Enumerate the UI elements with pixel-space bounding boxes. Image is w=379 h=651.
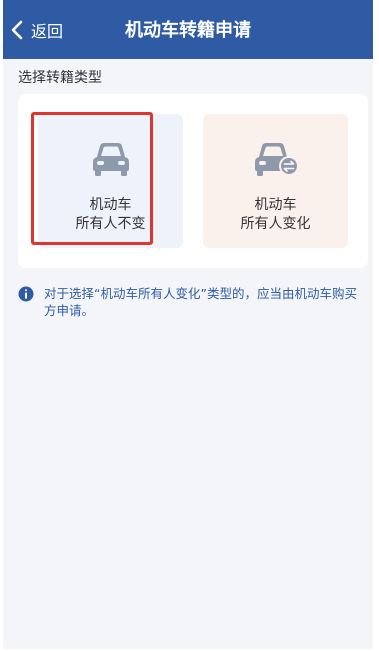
option-label: 机动车 所有人变化	[203, 196, 348, 234]
car-transfer-icon	[254, 143, 299, 176]
section-label: 选择转籍类型	[18, 70, 102, 86]
header-bar: 返回 机动车转籍申请	[3, 0, 373, 59]
option-owner-unchanged[interactable]: 机动车 所有人不变	[38, 114, 183, 248]
notice-text: 对于选择“机动车所有人变化”类型的，应当由机动车购买方申请。	[44, 286, 357, 318]
info-icon	[18, 286, 34, 302]
app-screen: 返回 机动车转籍申请 选择转籍类型 机动车 所有人不变 机动车 所有人变化 对于…	[3, 0, 373, 649]
option-label-line2: 所有人不变	[75, 216, 146, 232]
option-label-line2: 所有人变化	[240, 216, 311, 232]
transfer-type-card: 机动车 所有人不变 机动车 所有人变化	[18, 94, 368, 268]
option-label-line1: 机动车	[89, 197, 132, 213]
car-icon	[92, 143, 129, 176]
option-label-line1: 机动车	[254, 197, 297, 213]
option-owner-changed[interactable]: 机动车 所有人变化	[203, 114, 348, 248]
page-title: 机动车转籍申请	[125, 20, 251, 41]
option-label: 机动车 所有人不变	[38, 196, 183, 234]
